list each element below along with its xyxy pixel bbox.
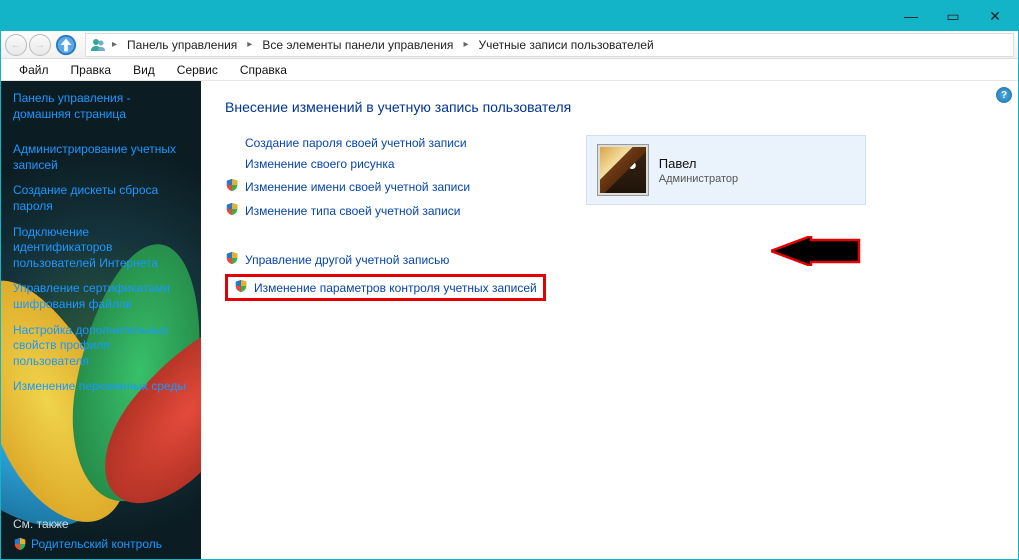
task-create-password[interactable]: Создание пароля своей учетной записи	[225, 135, 546, 151]
task-label: Изменение имени своей учетной записи	[245, 180, 470, 194]
menu-service[interactable]: Сервис	[167, 61, 228, 79]
menu-help[interactable]: Справка	[230, 61, 297, 79]
sidebar-link-admin-accounts[interactable]: Администрирование учетных записей	[13, 142, 189, 173]
minimize-button[interactable]: —	[890, 2, 932, 30]
avatar	[597, 144, 649, 196]
breadcrumb-item[interactable]: Учетные записи пользователей	[474, 36, 657, 54]
menu-edit[interactable]: Правка	[61, 61, 122, 79]
navigation-bar: ← → ▸ Панель управления ▸ Все элементы п…	[1, 31, 1018, 59]
help-icon[interactable]: ?	[996, 87, 1012, 103]
menu-file[interactable]: Файл	[9, 61, 59, 79]
back-button[interactable]: ←	[5, 34, 27, 56]
task-manage-other[interactable]: Управление другой учетной записью	[225, 250, 546, 269]
sidebar-link-parental[interactable]: Родительский контроль	[13, 537, 189, 551]
menu-bar: Файл Правка Вид Сервис Справка	[1, 59, 1018, 81]
chevron-right-icon: ▸	[110, 39, 119, 50]
shield-icon	[225, 251, 239, 268]
menu-view[interactable]: Вид	[123, 61, 165, 79]
see-also-label: См. также	[13, 517, 189, 531]
sidebar-link-reset-disk[interactable]: Создание дискеты сброса пароля	[13, 183, 189, 214]
breadcrumb-item[interactable]: Все элементы панели управления	[258, 36, 457, 54]
sidebar-link-home[interactable]: Панель управления - домашняя страница	[13, 91, 189, 122]
breadcrumb[interactable]: ▸ Панель управления ▸ Все элементы панел…	[85, 33, 1014, 57]
up-arrow-icon	[55, 34, 77, 56]
breadcrumb-item[interactable]: Панель управления	[123, 36, 241, 54]
window-titlebar: — ▭ ✕	[1, 1, 1018, 31]
forward-button[interactable]: →	[29, 34, 51, 56]
shield-icon	[225, 202, 239, 219]
sidebar: Панель управления - домашняя страница Ад…	[1, 81, 201, 559]
account-role: Администратор	[659, 173, 738, 185]
task-change-picture[interactable]: Изменение своего рисунка	[225, 156, 546, 172]
task-label: Управление другой учетной записью	[245, 253, 449, 267]
sidebar-link-certificates[interactable]: Управление сертификатами шифрования файл…	[13, 281, 189, 312]
sidebar-link-profile-props[interactable]: Настройка дополнительных свойств профиля…	[13, 323, 189, 370]
shield-icon	[13, 537, 27, 551]
close-button[interactable]: ✕	[974, 2, 1016, 30]
avatar-image	[600, 147, 646, 193]
annotation-arrow	[771, 236, 861, 266]
up-button[interactable]	[53, 32, 79, 58]
chevron-right-icon: ▸	[461, 39, 470, 50]
page-title: Внесение изменений в учетную запись поль…	[225, 99, 994, 115]
chevron-right-icon: ▸	[245, 39, 254, 50]
task-label: Изменение своего рисунка	[245, 157, 395, 171]
task-change-type[interactable]: Изменение типа своей учетной записи	[225, 201, 546, 220]
task-label: Изменение параметров контроля учетных за…	[254, 281, 537, 295]
task-label: Создание пароля своей учетной записи	[245, 136, 467, 150]
maximize-button[interactable]: ▭	[932, 2, 974, 30]
shield-icon	[225, 178, 239, 195]
account-card: Павел Администратор	[586, 135, 866, 205]
task-change-uac[interactable]: Изменение параметров контроля учетных за…	[234, 279, 537, 296]
sidebar-link-internet-ids[interactable]: Подключение идентификаторов пользователе…	[13, 225, 189, 272]
account-name: Павел	[659, 156, 738, 171]
sidebar-link-env-vars[interactable]: Изменение переменных среды	[13, 379, 189, 395]
highlighted-task-box: Изменение параметров контроля учетных за…	[225, 274, 546, 301]
sidebar-link-label: Родительский контроль	[31, 537, 162, 551]
task-change-name[interactable]: Изменение имени своей учетной записи	[225, 177, 546, 196]
task-label: Изменение типа своей учетной записи	[245, 204, 460, 218]
content-area: ? Внесение изменений в учетную запись по…	[201, 81, 1018, 559]
shield-icon	[234, 279, 248, 296]
user-accounts-icon	[90, 37, 106, 53]
